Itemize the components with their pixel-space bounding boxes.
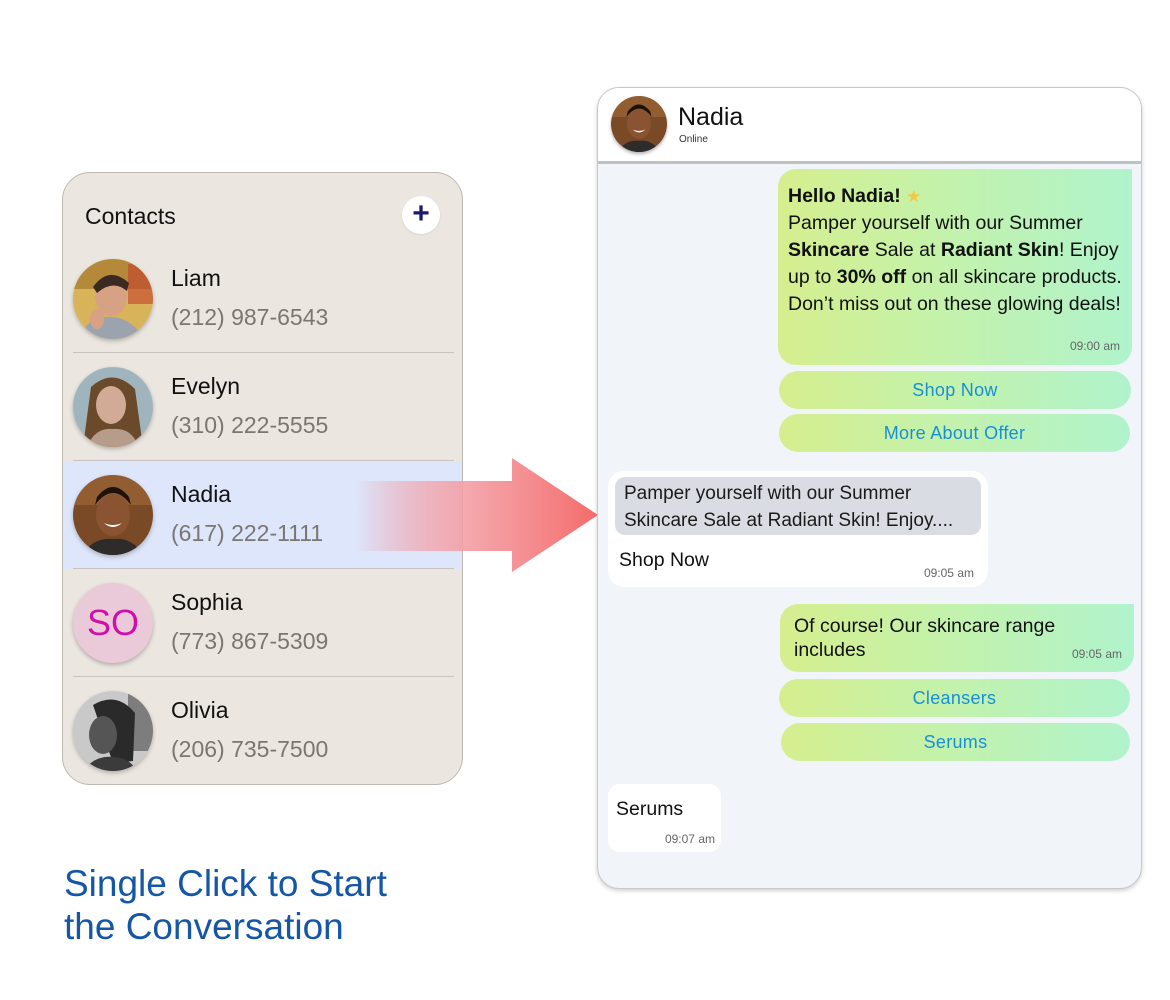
contact-row-liam[interactable]: Liam (212) 987-6543 <box>63 245 462 353</box>
quick-reply-serums[interactable]: Serums <box>781 723 1130 761</box>
message-time: 09:05 am <box>923 566 974 580</box>
message-incoming: Serums 09:07 am <box>608 784 721 852</box>
contact-phone: (617) 222-1111 <box>171 520 324 546</box>
message-bold-text: Radiant Skin <box>940 239 1059 261</box>
message-text: Serums <box>616 798 684 820</box>
message-text: Of course! Our skincare range includes <box>794 615 1056 661</box>
contact-row-sophia[interactable]: SO Sophia (773) 867-5309 <box>63 569 462 677</box>
message-time: 09:05 am <box>1071 647 1122 661</box>
arrow-right-icon <box>355 458 598 572</box>
contact-name: Sophia <box>171 589 243 615</box>
avatar-photo-olivia <box>73 691 153 771</box>
chat-status: Online <box>679 134 708 145</box>
chat-header: Nadia Online <box>598 88 1141 164</box>
chat-contact-name: Nadia <box>678 103 744 131</box>
avatar <box>73 367 153 447</box>
message-incoming: Pamper yourself with our Summer Skincare… <box>608 471 988 587</box>
message-time: 09:00 am <box>1069 339 1120 353</box>
contact-name: Nadia <box>171 481 232 507</box>
avatar <box>73 691 153 771</box>
contact-phone: (310) 222-5555 <box>171 412 329 438</box>
tagline-line-1: Single Click to Start <box>64 863 387 904</box>
contacts-title: Contacts <box>85 203 176 229</box>
message-text: Pamper yourself with our Summer <box>788 212 1083 234</box>
plus-icon: + <box>412 197 430 230</box>
tagline: Single Click to Start the Conversation <box>64 862 464 948</box>
star-icon: ★ <box>906 187 922 206</box>
message-text: Shop Now <box>619 549 709 571</box>
avatar-initials-text: SO <box>86 602 139 643</box>
contact-row-evelyn[interactable]: Evelyn (310) 222-5555 <box>63 353 462 461</box>
avatar <box>73 259 153 339</box>
chat-window: Nadia Online Hello Nadia! ★ Pamper yours… <box>597 87 1142 889</box>
contact-row-olivia[interactable]: Olivia (206) 735-7500 <box>63 677 462 784</box>
avatar-photo-nadia <box>611 96 667 152</box>
message-outgoing: Of course! Our skincare range includes 0… <box>780 604 1134 672</box>
message-time: 09:07 am <box>664 832 715 846</box>
message-outgoing: Hello Nadia! ★ Pamper yourself with our … <box>778 169 1132 365</box>
quick-reply-cleansers[interactable]: Cleansers <box>779 679 1130 717</box>
avatar-photo-nadia <box>73 475 153 555</box>
message-bold-text: Skincare <box>788 239 870 261</box>
contact-name: Evelyn <box>171 373 241 399</box>
contact-phone: (212) 987-6543 <box>171 304 329 330</box>
avatar-photo-liam <box>73 259 153 339</box>
avatar-initials: SO <box>73 583 153 663</box>
quick-reply-more-about-offer[interactable]: More About Offer <box>779 414 1130 452</box>
avatar-photo-evelyn <box>73 367 153 447</box>
contact-phone: (773) 867-5309 <box>171 628 329 654</box>
quick-reply-shop-now[interactable]: Shop Now <box>779 371 1131 409</box>
contact-name: Olivia <box>171 697 229 723</box>
contact-phone: (206) 735-7500 <box>171 736 329 762</box>
message-greeting: Hello Nadia! <box>788 185 901 207</box>
quoted-message: Pamper yourself with our Summer Skincare… <box>615 477 981 535</box>
add-contact-button[interactable]: + <box>402 196 440 234</box>
message-bold-text: 30% off <box>836 266 907 288</box>
avatar <box>73 475 153 555</box>
message-text: Sale at <box>869 239 941 261</box>
chat-avatar[interactable] <box>611 96 667 152</box>
tagline-line-2: the Conversation <box>64 906 344 947</box>
contact-name: Liam <box>171 265 221 291</box>
